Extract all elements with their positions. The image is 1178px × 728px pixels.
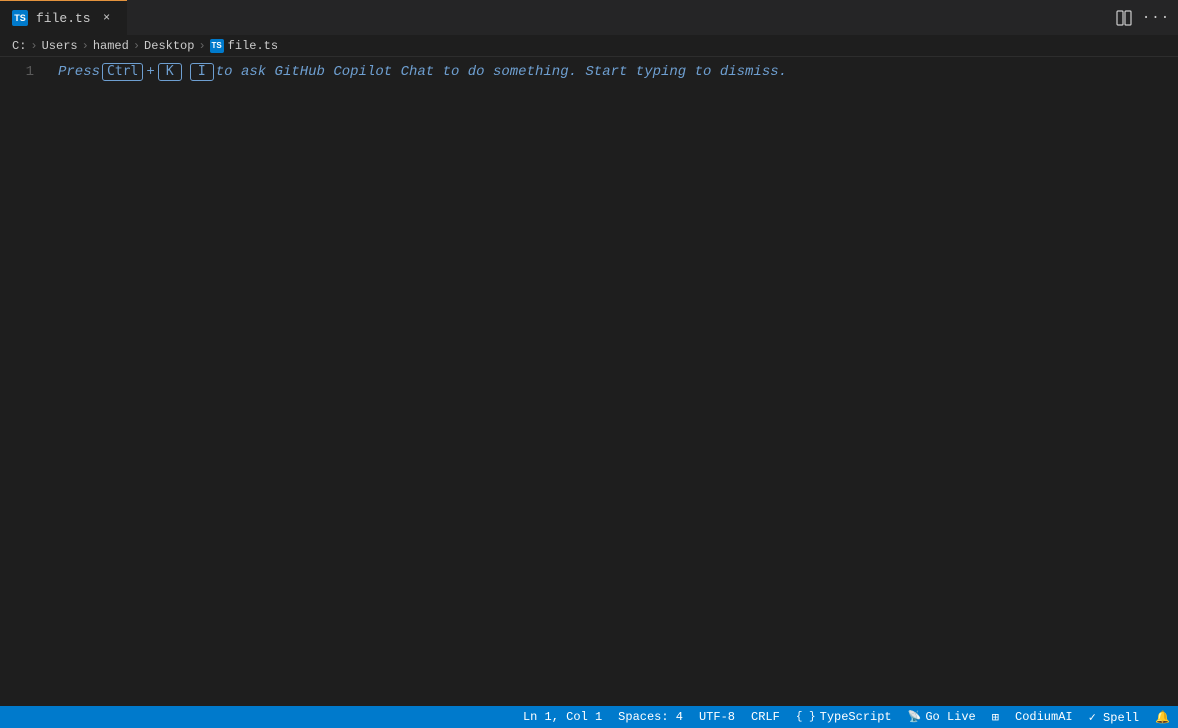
extensions-icon: ⊞ <box>992 710 999 725</box>
line-ending[interactable]: CRLF <box>743 706 788 728</box>
language-icon: { } <box>796 711 816 723</box>
spell-check-text: ✓ Spell <box>1089 710 1139 725</box>
bell-icon: 🔔 <box>1155 710 1170 725</box>
editor-content[interactable]: Press Ctrl + K I to ask GitHub Copilot C… <box>50 57 1178 706</box>
status-bar: Ln 1, Col 1 Spaces: 4 UTF-8 CRLF { } Typ… <box>0 706 1178 728</box>
extensions-button[interactable]: ⊞ <box>984 706 1007 728</box>
golive-text: Go Live <box>925 710 975 724</box>
ctrl-key: Ctrl <box>102 63 143 81</box>
breadcrumb-hamed[interactable]: hamed <box>93 39 129 53</box>
tab-bar: TS file.ts × ··· <box>0 0 1178 35</box>
breadcrumb-c[interactable]: C: <box>12 39 26 53</box>
breadcrumb-sep-4: › <box>198 39 205 53</box>
cursor-position[interactable]: Ln 1, Col 1 <box>515 706 610 728</box>
i-key: I <box>190 63 214 81</box>
split-editor-button[interactable] <box>1110 4 1138 32</box>
spell-check-button[interactable]: ✓ Spell <box>1081 706 1147 728</box>
breadcrumb-file-icon: TS <box>210 39 224 53</box>
line-ending-text: CRLF <box>751 710 780 724</box>
language-text: TypeScript <box>820 710 892 724</box>
breadcrumb-filename[interactable]: file.ts <box>228 39 278 53</box>
breadcrumb-users[interactable]: Users <box>42 39 78 53</box>
encoding-text: UTF-8 <box>699 710 735 724</box>
hint-rest: to ask GitHub Copilot Chat to do somethi… <box>216 61 787 83</box>
active-tab[interactable]: TS file.ts × <box>0 0 127 35</box>
spaces-text: Spaces: 4 <box>618 710 683 724</box>
codiumai-text: CodiumAI <box>1015 710 1073 724</box>
plus-sign: + <box>146 61 154 83</box>
more-actions-button[interactable]: ··· <box>1142 4 1170 32</box>
k-key: K <box>158 63 182 81</box>
breadcrumb-sep-3: › <box>133 39 140 53</box>
editor-area[interactable]: 1 Press Ctrl + K I to ask GitHub Copilot… <box>0 57 1178 706</box>
breadcrumb: C: › Users › hamed › Desktop › TS file.t… <box>0 35 1178 57</box>
hint-press: Press <box>58 61 100 83</box>
codiumai-button[interactable]: CodiumAI <box>1007 706 1081 728</box>
tab-actions: ··· <box>1110 4 1178 32</box>
breadcrumb-sep-1: › <box>30 39 37 53</box>
tab-close-button[interactable]: × <box>99 10 115 26</box>
ts-file-icon: TS <box>12 10 28 26</box>
status-right: Ln 1, Col 1 Spaces: 4 UTF-8 CRLF { } Typ… <box>515 706 1178 728</box>
cursor-position-text: Ln 1, Col 1 <box>523 710 602 724</box>
line-numbers: 1 <box>0 57 50 706</box>
golive-icon: 📡 <box>908 710 922 724</box>
spaces[interactable]: Spaces: 4 <box>610 706 691 728</box>
tab-filename: file.ts <box>36 11 91 26</box>
breadcrumb-desktop[interactable]: Desktop <box>144 39 194 53</box>
encoding[interactable]: UTF-8 <box>691 706 743 728</box>
breadcrumb-sep-2: › <box>82 39 89 53</box>
go-live-button[interactable]: 📡 Go Live <box>900 706 984 728</box>
line-number-1: 1 <box>0 61 34 83</box>
language[interactable]: { } TypeScript <box>788 706 900 728</box>
hint-line: Press Ctrl + K I to ask GitHub Copilot C… <box>58 61 1178 83</box>
notifications-button[interactable]: 🔔 <box>1147 706 1178 728</box>
